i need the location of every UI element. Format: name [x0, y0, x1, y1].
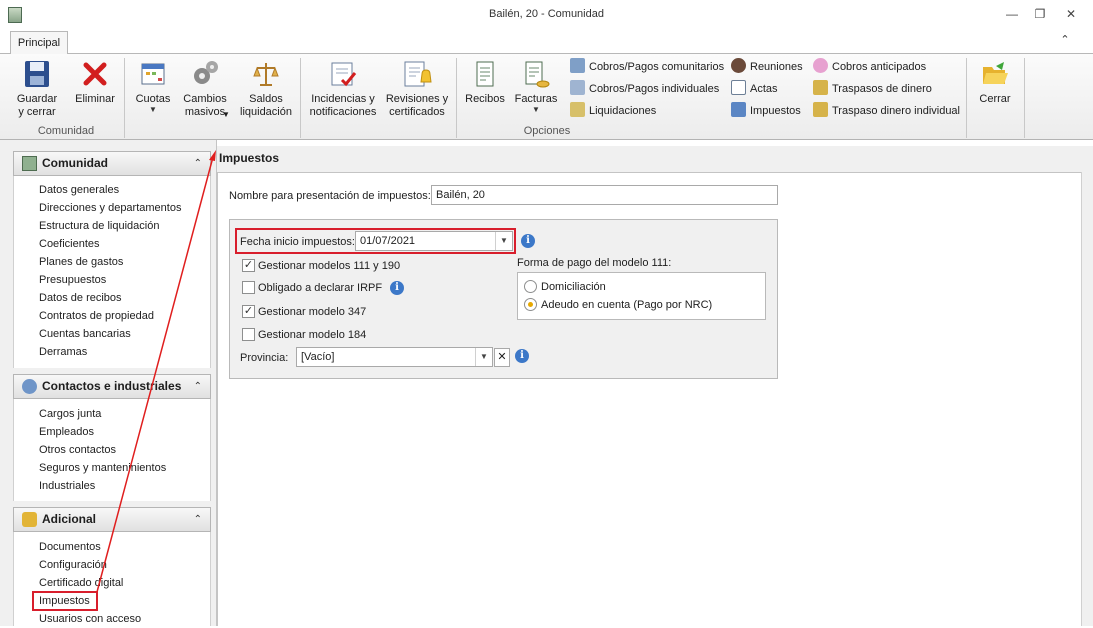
annotation-arrow — [96, 150, 216, 593]
